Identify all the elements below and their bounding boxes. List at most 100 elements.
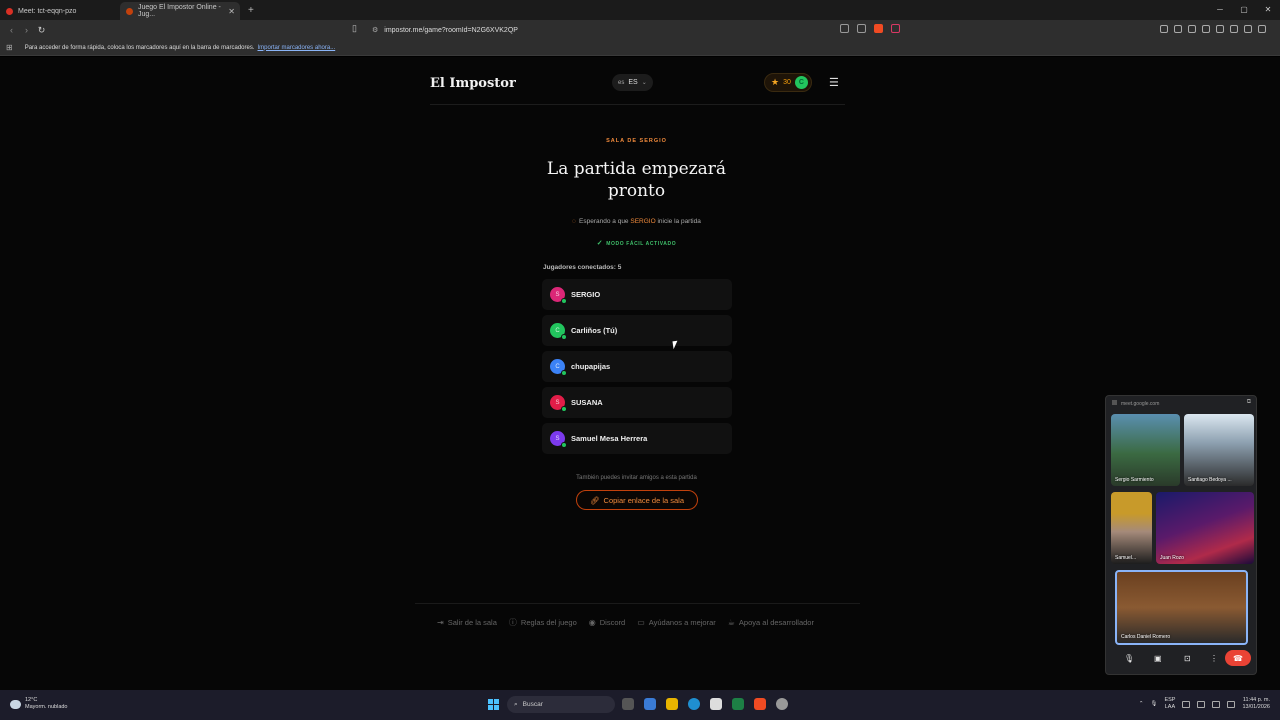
footer-links: ⇥ Salir de la sala ⓘ Reglas del juego ◉ Dis…: [437, 617, 814, 628]
avatar[interactable]: C: [794, 76, 808, 89]
clock-time: 11:44 p. m.: [1242, 697, 1270, 703]
player-name: chupapijas: [571, 362, 611, 371]
copy-button-label: Copiar enlace de la sala: [603, 495, 684, 505]
participant-name: Carlos Daniel Romero: [1121, 634, 1171, 640]
apps-grid-icon[interactable]: ⊞: [6, 43, 13, 52]
address-bar[interactable]: ⚙ impostor.me/game?roomId=N2G6XVK2QP: [366, 22, 906, 38]
minimize-icon[interactable]: ─: [1208, 0, 1232, 20]
player-row: S SERGIO: [542, 279, 732, 310]
participant-tile[interactable]: Samuel...: [1111, 492, 1152, 564]
player-name: Carliños (Tú): [571, 326, 618, 335]
task-view-icon[interactable]: [622, 698, 634, 710]
rewards-icon[interactable]: [891, 24, 900, 33]
taskbar: 12°C Mayorm. nublado ⌕ Buscar ⌃ 🎙︎ ESP L…: [0, 690, 1280, 720]
clock-date: 13/01/2026: [1242, 704, 1270, 710]
player-row: S SUSANA: [542, 387, 732, 418]
volume-icon[interactable]: [1212, 700, 1221, 708]
copilot-icon[interactable]: [644, 698, 656, 710]
microphone-icon[interactable]: 🎙︎: [1124, 654, 1134, 663]
participant-name: Santiago Bedoya ...: [1188, 477, 1232, 483]
stars-badge[interactable]: ★ 30 C: [764, 73, 812, 92]
close-tab-icon[interactable]: ✕: [228, 7, 235, 16]
game-rules-link[interactable]: ⓘ Reglas del juego: [509, 617, 577, 628]
xbox-icon[interactable]: [732, 698, 744, 710]
language-selector[interactable]: es ES ⌄: [612, 74, 653, 91]
spinner-icon: ◌: [572, 218, 577, 225]
close-window-icon[interactable]: ✕: [1256, 0, 1280, 20]
discord-icon: ◉: [588, 618, 596, 627]
new-tab-button[interactable]: +: [248, 5, 254, 16]
more-options-icon[interactable]: ⋮: [1210, 654, 1218, 663]
display-icon[interactable]: [1182, 700, 1191, 708]
input-language[interactable]: ESP LAA: [1164, 697, 1175, 711]
extension-icon[interactable]: [1160, 25, 1168, 33]
player-avatar: C: [550, 359, 567, 376]
maximize-icon[interactable]: ▢: [1232, 0, 1256, 20]
hang-up-button[interactable]: ☎︎: [1225, 650, 1251, 666]
battery-icon[interactable]: [1227, 700, 1236, 708]
room-subtitle: SALA DE SERGIO: [606, 138, 667, 144]
present-screen-icon[interactable]: ⊡: [1184, 654, 1191, 663]
bookmark-icon[interactable]: ▯: [352, 23, 357, 34]
meet-pip-window: meet.google.com ⧉ Sergio Sarmiento Santi…: [1105, 395, 1257, 675]
player-row: S Samuel Mesa Herrera: [542, 423, 732, 454]
copy-room-link-button[interactable]: 🔗︎ Copiar enlace de la sala: [576, 490, 698, 510]
site-logo[interactable]: El Impostor: [430, 76, 516, 91]
windows-start-icon[interactable]: [488, 699, 499, 710]
sidebar-icon[interactable]: [1202, 25, 1210, 33]
discord-link[interactable]: ◉ Discord: [589, 617, 625, 628]
import-bookmarks-link[interactable]: Importar marcadores ahora...: [258, 45, 336, 51]
participant-name: Samuel...: [1115, 555, 1137, 561]
brave-shield-icon[interactable]: [874, 24, 883, 33]
url-text: impostor.me/game?roomId=N2G6XVK2QP: [384, 26, 518, 34]
chrome-icon[interactable]: [776, 698, 788, 710]
player-avatar: S: [550, 287, 567, 304]
chevron-up-icon[interactable]: ⌃: [1139, 701, 1144, 707]
mic-tray-icon[interactable]: 🎙︎: [1150, 701, 1157, 707]
system-tray: ⌃ 🎙︎ ESP LAA 11:44 p. m. 13/01/2026: [1139, 697, 1270, 711]
back-icon[interactable]: ‹: [4, 25, 19, 35]
hamburger-menu-icon[interactable]: ☰: [829, 76, 839, 89]
site-info-icon[interactable]: ⚙: [372, 26, 378, 34]
edge-icon[interactable]: [688, 698, 700, 710]
leave-room-link[interactable]: ⇥ Salir de la sala: [437, 617, 497, 628]
reload-icon[interactable]: ↻: [34, 25, 49, 36]
participant-tile[interactable]: Santiago Bedoya ...: [1184, 414, 1254, 486]
impostor-page: El Impostor es ES ⌄ ★ 30 C ☰ SALA DE SER…: [0, 57, 1280, 690]
taskbar-search[interactable]: ⌕ Buscar: [507, 696, 615, 713]
brave-icon[interactable]: [754, 698, 766, 710]
player-avatar: C: [550, 323, 567, 340]
tab-impostor[interactable]: Juego El Impostor Online - Jug... ✕: [120, 2, 240, 20]
wallet-icon[interactable]: [1216, 25, 1224, 33]
participant-name: Sergio Sarmiento: [1115, 477, 1154, 483]
vpn-icon[interactable]: [1230, 25, 1238, 33]
file-explorer-icon[interactable]: [666, 698, 678, 710]
tab-meet[interactable]: Meet: tct-eqqn-pzo: [0, 2, 120, 20]
support-dev-link[interactable]: ☕︎ Apoya al desarrollador: [728, 617, 814, 628]
footer-link-label: Reglas del juego: [520, 618, 577, 627]
participant-tile[interactable]: Sergio Sarmiento: [1111, 414, 1180, 486]
clock[interactable]: 11:44 p. m. 13/01/2026: [1242, 697, 1270, 711]
music-icon[interactable]: [1188, 25, 1196, 33]
impostor-favicon-icon: [126, 7, 133, 15]
wifi-icon[interactable]: [1197, 700, 1206, 708]
extension-icons: [1160, 25, 1266, 33]
shield-icon[interactable]: [1244, 25, 1252, 33]
share-icon[interactable]: [857, 24, 866, 33]
weather-widget[interactable]: 12°C Mayorm. nublado: [10, 697, 68, 711]
participant-tile[interactable]: Juan Rozo: [1156, 492, 1254, 564]
extension-icon[interactable]: [1174, 25, 1182, 33]
cast-icon[interactable]: [840, 24, 849, 33]
taskbar-apps: [622, 698, 788, 710]
online-indicator: [561, 442, 567, 448]
menu-icon[interactable]: [1258, 25, 1266, 33]
forward-icon[interactable]: ›: [19, 25, 34, 35]
back-to-tab-icon[interactable]: ⧉: [1247, 399, 1251, 406]
store-icon[interactable]: [710, 698, 722, 710]
footer-link-label: Salir de la sala: [447, 618, 497, 627]
online-indicator: [561, 370, 567, 376]
player-row: C chupapijas: [542, 351, 732, 382]
participant-tile-self[interactable]: Carlos Daniel Romero: [1115, 570, 1248, 645]
feedback-link[interactable]: ▭ Ayúdanos a mejorar: [637, 617, 716, 628]
camera-icon[interactable]: ▣: [1154, 654, 1162, 663]
